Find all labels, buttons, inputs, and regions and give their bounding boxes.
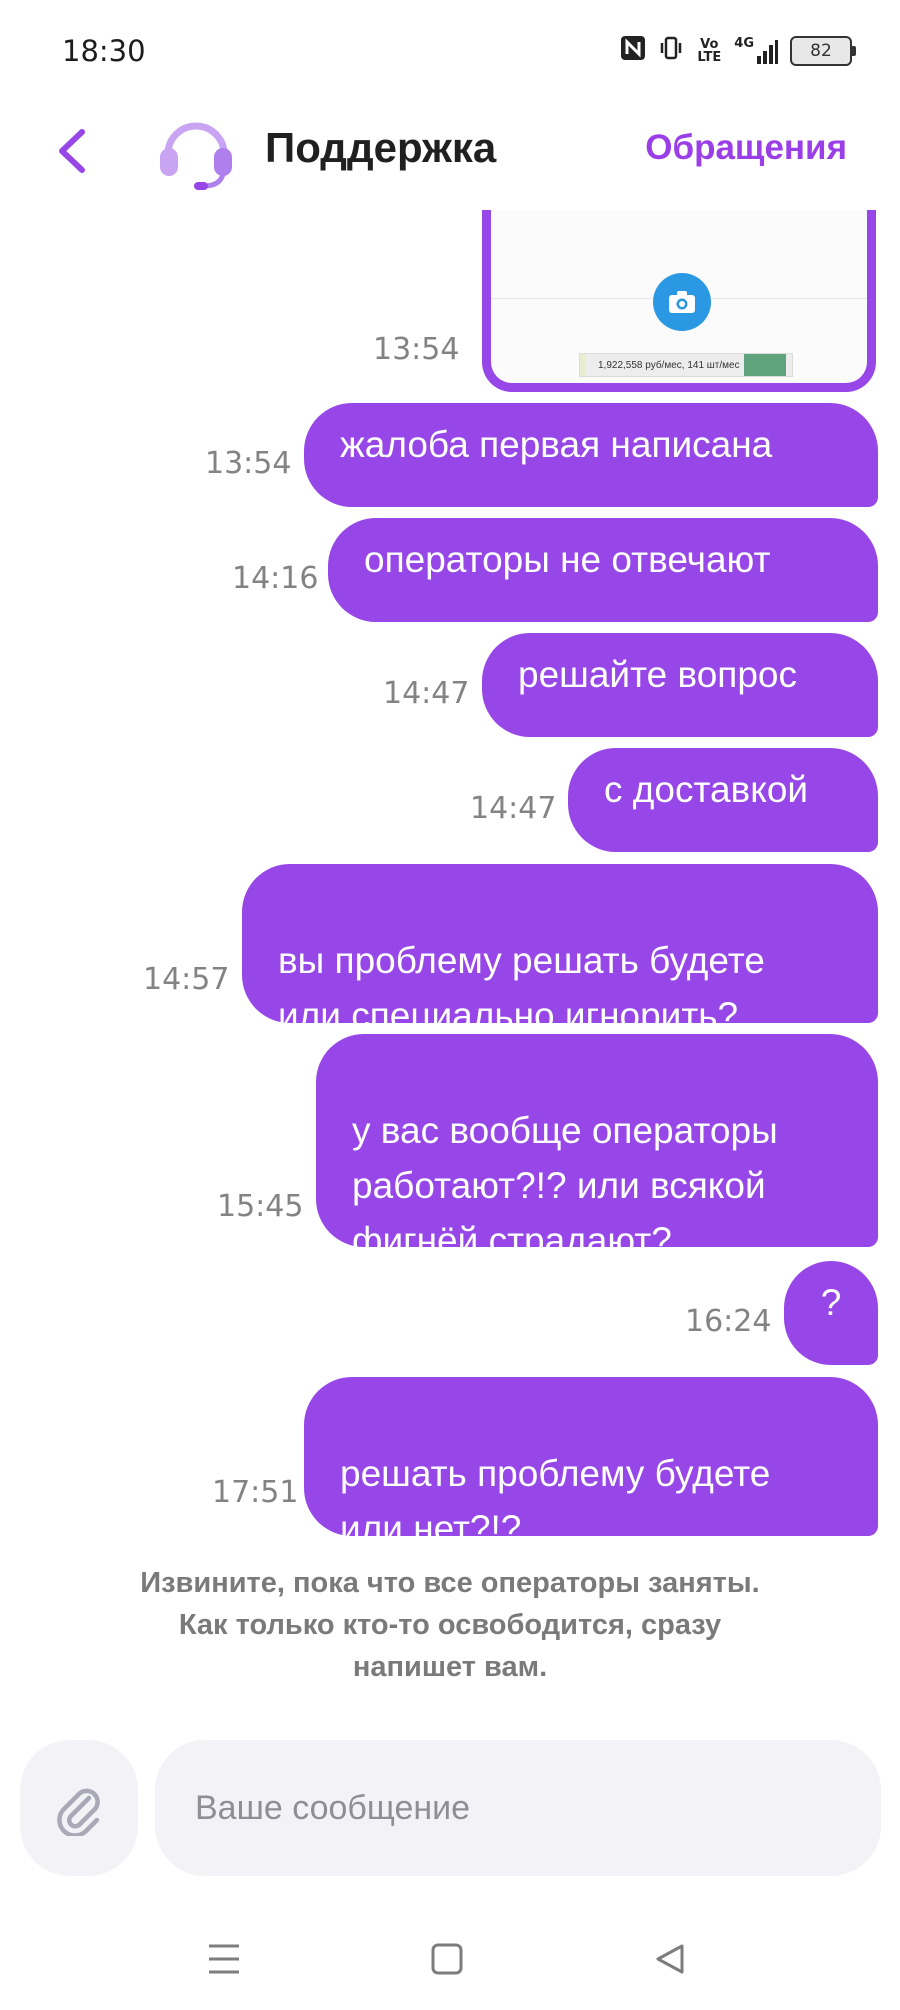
message-text: решать проблему будете или нет?!?: [340, 1453, 771, 1549]
status-time: 18:30: [62, 34, 146, 68]
message-time: 13:54: [373, 332, 460, 367]
nfc-icon: [620, 35, 646, 66]
chevron-left-icon: [59, 129, 85, 173]
square-icon: [431, 1943, 463, 1975]
paperclip-icon: [57, 1788, 100, 1836]
status-icons: Vo LTE 4G 82: [620, 35, 856, 66]
message-text: операторы не отвечают: [364, 539, 771, 580]
message-input[interactable]: [155, 1740, 881, 1876]
vibrate-icon: [658, 35, 684, 66]
system-nav-bar: [0, 1910, 900, 2010]
strip-accent: [580, 354, 586, 376]
battery-indicator: 82: [790, 35, 856, 66]
network-label: 4G: [734, 36, 754, 51]
message-time: 13:54: [205, 446, 292, 481]
message-bubble[interactable]: жалоба первая написана: [304, 403, 878, 507]
message-time: 14:57: [143, 962, 230, 997]
message-text: ?: [820, 1282, 842, 1323]
image-preview-strip: 1,922,558 руб/мес, 141 шт/мес: [579, 353, 793, 377]
strip-thumbnail: [744, 354, 786, 376]
message-bubble[interactable]: решать проблему будете или нет?!?: [304, 1377, 878, 1549]
chat-header: Поддержка Обращения: [0, 100, 900, 210]
message-text: вы проблему решать будете или специально…: [278, 940, 765, 1036]
menu-icon: [209, 1944, 239, 1974]
volte-icon: Vo LTE: [697, 36, 722, 65]
menu-button[interactable]: [197, 1936, 251, 1982]
image-message[interactable]: 1,922,558 руб/мес, 141 шт/мес: [482, 210, 876, 392]
requests-link[interactable]: Обращения: [645, 128, 847, 168]
message-time: 14:47: [383, 676, 470, 711]
back-nav-button[interactable]: [643, 1936, 697, 1982]
message-bubble[interactable]: с доставкой: [568, 748, 878, 852]
back-button[interactable]: [48, 124, 98, 178]
page-title: Поддержка: [265, 124, 497, 171]
system-notice: Извините, пока что все операторы заняты.…: [140, 1567, 760, 1683]
triangle-back-icon: [656, 1944, 684, 1974]
status-bar: 18:30 Vo LTE 4G 82: [0, 0, 900, 100]
image-preview-text: 1,922,558 руб/мес, 141 шт/мес: [598, 359, 740, 371]
message-bubble[interactable]: операторы не отвечают: [328, 518, 878, 622]
message-text: решайте вопрос: [518, 654, 797, 695]
message-bubble[interactable]: ?: [784, 1261, 878, 1365]
message-bubble[interactable]: у вас вообще операторы работают?!? или в…: [316, 1034, 878, 1261]
message-time: 14:47: [470, 791, 557, 826]
message-bubble[interactable]: вы проблему решать будете или специально…: [242, 864, 878, 1036]
message-composer: [20, 1738, 881, 1878]
4g-signal-icon: 4G: [734, 36, 778, 65]
message-time: 14:16: [232, 561, 319, 596]
message-time: 17:51: [212, 1475, 299, 1510]
message-text: у вас вообще операторы работают?!? или в…: [352, 1110, 778, 1261]
message-text: с доставкой: [604, 769, 809, 810]
message-time: 15:45: [217, 1189, 304, 1224]
message-time: 16:24: [685, 1304, 772, 1339]
message-bubble[interactable]: решайте вопрос: [482, 633, 878, 737]
headset-icon: [156, 112, 236, 192]
attach-button[interactable]: [20, 1740, 138, 1876]
message-text: жалоба первая написана: [340, 424, 773, 465]
home-button[interactable]: [420, 1936, 474, 1982]
camera-icon: [653, 273, 711, 331]
